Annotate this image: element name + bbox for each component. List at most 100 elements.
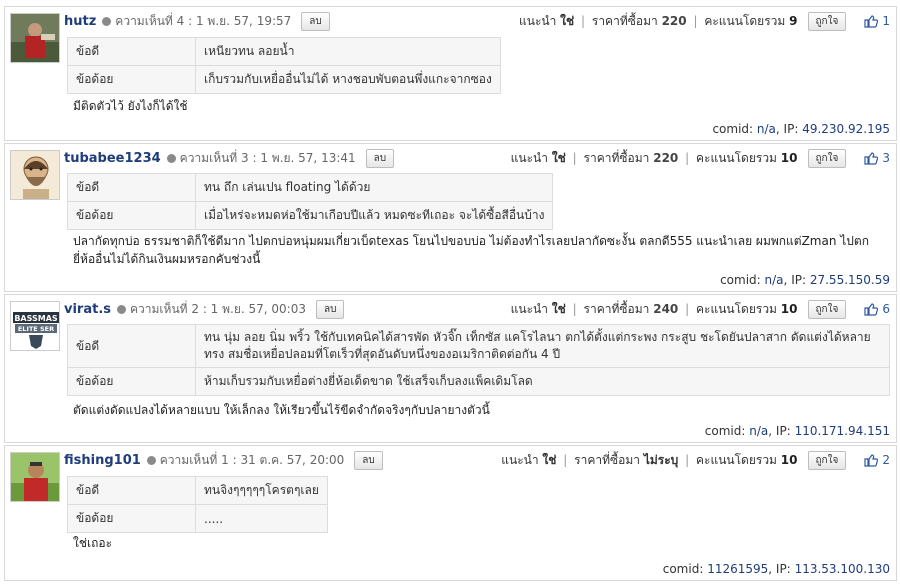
like-count[interactable]: 2 (864, 453, 890, 467)
rating-summary: แนะนำ ใช่ | ราคาที่ซื้อมา 220 | คะแนนโดย… (519, 13, 798, 28)
score-label: คะแนนโดยรวม (704, 13, 786, 28)
score-label: คะแนนโดยรวม (695, 150, 777, 165)
comment-header: fishing101 ความเห็นที่ 1 : 31 ต.ค. 57, 2… (64, 449, 890, 471)
pros-text: ทน ถึก เล่นเปน floating ได้ด้วย (194, 173, 554, 202)
delete-button[interactable]: ลบ (316, 299, 345, 319)
score-value: 10 (780, 150, 798, 165)
delete-button[interactable]: ลบ (365, 148, 395, 168)
username[interactable]: fishing101 (64, 453, 141, 468)
like-count[interactable]: 1 (864, 14, 890, 28)
pros-cons-table: ข้อดี ทน นุ่ม ลอย นิ่ม พริ้ว ใช้กับเทคนิค… (67, 324, 890, 396)
cons-label: ข้อด้อย (67, 504, 196, 533)
delete-button[interactable]: ลบ (301, 11, 330, 31)
recommend-value: ใช่ (542, 452, 557, 467)
delete-button[interactable]: ลบ (354, 450, 383, 470)
comid-label: comid: (662, 562, 704, 576)
cons-text: เมื่อไหร่จะหมดห่อใช้มาเกือบปีแล้ว หมดซะท… (194, 201, 554, 230)
recommend-value: ใช่ (560, 13, 575, 28)
recommend-label: แนะนำ (510, 150, 548, 165)
comment-text: ตัดแต่งดัดแปลงได้หลายแบบ ให้เล็กลง ให้เร… (73, 403, 490, 417)
status-dot-icon (146, 455, 156, 465)
pros-cons-table: ข้อดี ทนจิงๆๆๆๆๆโครตๆเลย ข้อด้อย..... (67, 476, 328, 533)
like-count[interactable]: 6 (864, 302, 890, 316)
recommend-label: แนะนำ (501, 452, 539, 467)
price-value: 220 (653, 150, 679, 165)
price-label: ราคาที่ซื้อมา (583, 301, 650, 316)
username[interactable]: hutz (64, 14, 96, 29)
pros-label: ข้อดี (67, 476, 196, 505)
comment-text: ปลากัดทุกบ่อ ธรรมชาติก็ใช้ดีมาก ไปตกบ่อห… (73, 234, 869, 266)
ip-value: 27.55.150.59 (809, 273, 890, 287)
like-count-value: 2 (882, 453, 890, 467)
recommend-value: ใช่ (551, 150, 566, 165)
comid-value: n/a (749, 424, 769, 438)
comment-card: tubabee1234 ความเห็นที่ 3 : 1 พ.ย. 57, 1… (4, 143, 897, 292)
avatar[interactable] (10, 13, 60, 63)
recommend-value: ใช่ (551, 301, 566, 316)
ip-value: 49.230.92.195 (802, 122, 890, 136)
ip-value: 113.53.100.130 (794, 562, 890, 576)
comid-value: 11261595 (707, 562, 769, 576)
score-label: คะแนนโดยรวม (695, 301, 777, 316)
status-dot-icon (117, 304, 127, 314)
comment-footer: comid: n/a, IP: 49.230.92.195 (712, 122, 890, 136)
thumbs-up-icon (864, 453, 879, 467)
avatar-text-bottom: ELITE SER (18, 325, 54, 333)
avatar[interactable]: BASSMAS ELITE SER (10, 301, 60, 351)
avatar[interactable] (10, 150, 60, 200)
like-count[interactable]: 3 (864, 151, 890, 165)
like-button[interactable]: ถูกใจ (807, 299, 847, 319)
cons-text: เก็บรวมกับเหยื่ออื่นไม่ได้ หางชอบพับตอนพ… (195, 65, 501, 94)
comment-header: virat.s ความเห็นที่ 2 : 1 พ.ย. 57, 00:03… (64, 298, 890, 320)
comment-header: tubabee1234 ความเห็นที่ 3 : 1 พ.ย. 57, 1… (64, 147, 890, 169)
thumbs-up-icon (864, 151, 879, 165)
comment-meta: ความเห็นที่ 2 : 1 พ.ย. 57, 00:03 (130, 301, 306, 316)
comment-footer: comid: n/a, IP: 110.171.94.151 (704, 424, 890, 438)
price-label: ราคาที่ซื้อมา (583, 150, 650, 165)
comment-text: ใช่เถอะ (73, 536, 113, 550)
pros-cons-table: ข้อดี ทน ถึก เล่นเปน floating ได้ด้วย ข้อ… (67, 173, 554, 230)
ip-label: IP: (775, 424, 791, 438)
avatar[interactable] (10, 452, 60, 502)
score-label: คะแนนโดยรวม (695, 452, 777, 467)
comment-footer: comid: n/a, IP: 27.55.150.59 (720, 273, 890, 287)
comment-meta: ความเห็นที่ 3 : 1 พ.ย. 57, 13:41 (179, 150, 356, 165)
rating-summary: แนะนำ ใช่ | ราคาที่ซื้อมา ไม่ระบุ | คะแน… (501, 452, 798, 467)
comment-footer: comid: 11261595, IP: 113.53.100.130 (662, 562, 890, 576)
username[interactable]: virat.s (64, 302, 111, 317)
comid-value: n/a (756, 122, 776, 136)
status-dot-icon (166, 153, 176, 163)
cons-text: ..... (195, 504, 328, 533)
ip-label: IP: (775, 562, 791, 576)
like-count-value: 6 (882, 302, 890, 316)
pros-text: เหนียวทน ลอยน้ำ (195, 37, 501, 66)
comid-label: comid: (712, 122, 754, 136)
status-dot-icon (102, 16, 112, 26)
comment-meta: ความเห็นที่ 4 : 1 พ.ย. 57, 19:57 (115, 13, 292, 28)
comment-card: fishing101 ความเห็นที่ 1 : 31 ต.ค. 57, 2… (4, 445, 897, 581)
price-value: 240 (653, 301, 679, 316)
price-label: ราคาที่ซื้อมา (574, 452, 640, 467)
rating-summary: แนะนำ ใช่ | ราคาที่ซื้อมา 240 | คะแนนโดย… (510, 301, 798, 316)
pros-label: ข้อดี (67, 37, 196, 66)
comment-text: มีติดตัวไว้ ยังไงก็ได้ใช้ (73, 99, 188, 113)
username[interactable]: tubabee1234 (64, 151, 161, 166)
thumbs-up-icon (864, 302, 879, 316)
score-value: 10 (780, 301, 798, 316)
cons-text: ห้ามเก็บรวมกับเหยื่อต่างยี่ห้อเด็ดขาด ใช… (195, 367, 890, 396)
comid-label: comid: (720, 273, 761, 287)
like-button[interactable]: ถูกใจ (807, 450, 847, 470)
ip-value: 110.171.94.151 (794, 424, 890, 438)
like-button[interactable]: ถูกใจ (807, 11, 847, 31)
rating-summary: แนะนำ ใช่ | ราคาที่ซื้อมา 220 | คะแนนโดย… (510, 150, 798, 165)
pros-label: ข้อดี (67, 324, 196, 368)
like-button[interactable]: ถูกใจ (807, 148, 847, 168)
price-value: ไม่ระบุ (643, 452, 679, 467)
like-count-value: 3 (882, 151, 890, 165)
cons-label: ข้อด้อย (67, 201, 196, 230)
ip-label: IP: (783, 122, 799, 136)
pros-label: ข้อดี (67, 173, 196, 202)
recommend-label: แนะนำ (519, 13, 557, 28)
pros-text: ทนจิงๆๆๆๆๆโครตๆเลย (195, 476, 328, 505)
comments-list: hutz ความเห็นที่ 4 : 1 พ.ย. 57, 19:57 ลบ… (0, 0, 900, 587)
